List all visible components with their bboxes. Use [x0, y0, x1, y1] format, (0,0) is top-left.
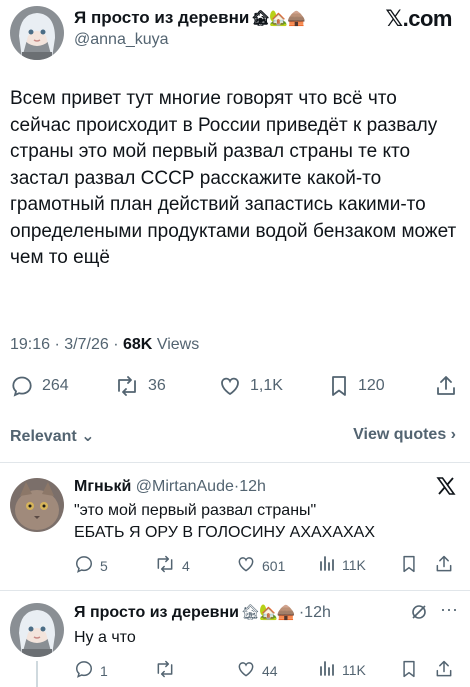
repost-icon	[154, 659, 176, 682]
grok-icon[interactable]	[410, 603, 428, 626]
tweet-actions: 264 36 1,1K 120	[10, 374, 460, 400]
bookmark-count: 120	[358, 377, 385, 394]
tweet-header: Я просто из деревни 🏚🏡🛖 @anna_kuya 𝕏.com	[10, 6, 460, 60]
reply-header: Я просто из деревни 🏚🏡🛖 ·12h	[74, 603, 331, 622]
reply-avatar[interactable]	[10, 603, 64, 657]
tweet-text: Всем привет тут многие говорят что всё ч…	[10, 88, 457, 268]
reply-button[interactable]: 264	[10, 374, 69, 398]
reply-avatar[interactable]	[10, 478, 64, 532]
reply-actions: 1 44 11K	[74, 659, 454, 681]
repost-button[interactable]: 36	[114, 374, 166, 398]
bookmark-icon	[400, 659, 418, 682]
x-logo: 𝕏.com	[385, 6, 452, 31]
like-button[interactable]: 601	[236, 554, 285, 577]
reply-actions: 5 4 601 11K	[74, 554, 454, 576]
reply-icon	[74, 659, 94, 682]
more-icon[interactable]: ···	[440, 599, 458, 620]
chevron-right-icon: ›	[450, 426, 456, 443]
heart-icon	[218, 374, 242, 398]
views-count: 68K	[123, 336, 153, 353]
reply-icon	[10, 374, 34, 398]
heart-icon	[236, 554, 256, 577]
repost-icon	[114, 374, 140, 398]
reply-count: 1	[100, 662, 108, 679]
bookmark-icon	[328, 374, 350, 398]
views-count: 11K	[342, 661, 366, 678]
views-button[interactable]: 11K	[318, 554, 366, 575]
tweet-time[interactable]: 19:16	[10, 336, 50, 353]
x-logo-icon	[436, 476, 456, 501]
reply-icon	[74, 554, 94, 577]
share-icon	[434, 659, 454, 682]
analytics-icon	[318, 659, 336, 680]
bookmark-button[interactable]	[400, 554, 418, 577]
reply-age[interactable]: 12h	[239, 478, 266, 495]
reply-button[interactable]: 5	[74, 554, 108, 577]
divider	[0, 462, 470, 463]
like-count: 1,1K	[250, 377, 283, 394]
heart-icon	[236, 659, 256, 682]
house-emoji: 🏚🏡🛖	[240, 604, 295, 621]
reply-text-line: "это мой первый развал страны"	[74, 502, 317, 519]
reply-handle[interactable]: @MirtanAude	[136, 478, 234, 495]
repost-count: 4	[182, 557, 190, 574]
view-quotes-label: View quotes	[353, 426, 447, 443]
reply-item[interactable]: Я просто из деревни 🏚🏡🛖 ·12h ··· Ну а что…	[0, 599, 470, 687]
author-avatar[interactable]	[10, 6, 64, 60]
bookmark-icon	[400, 554, 418, 577]
like-count: 601	[262, 557, 286, 574]
share-button[interactable]	[434, 659, 454, 682]
share-button[interactable]	[434, 374, 458, 398]
repost-button[interactable]: 4	[154, 554, 190, 577]
repost-icon	[154, 554, 176, 577]
views-count: 11K	[342, 556, 366, 573]
author-name[interactable]: Я просто из деревни 🏚🏡🛖	[74, 8, 306, 28]
house-emoji: 🏚🏡🛖	[251, 10, 305, 27]
author-name-text: Я просто из деревни	[74, 8, 250, 27]
divider	[0, 590, 470, 591]
like-count: 44	[262, 662, 278, 679]
reply-age[interactable]: 12h	[304, 604, 331, 621]
sort-dropdown[interactable]: Relevant ⌄	[10, 426, 95, 446]
reply-button[interactable]: 1	[74, 659, 108, 682]
reply-author-name[interactable]: Мгнькй	[74, 478, 131, 495]
reply-text-line: ЕБАТЬ Я ОРУ В ГОЛОСИНУ АХАХАХАХ	[74, 524, 376, 541]
sort-label: Relevant	[10, 428, 77, 445]
reply-author-name[interactable]: Я просто из деревни	[74, 604, 239, 621]
bookmark-button[interactable]	[400, 659, 418, 682]
share-button[interactable]	[434, 554, 454, 577]
reply-count: 264	[42, 377, 69, 394]
tweet-meta: 19:16 · 3/7/26 · 68K Views	[10, 336, 199, 354]
author-handle[interactable]: @anna_kuya	[74, 31, 169, 49]
like-button[interactable]: 44	[236, 659, 278, 682]
analytics-icon	[318, 554, 336, 575]
meta-separator: ·	[54, 336, 65, 353]
view-quotes-link[interactable]: View quotes ›	[353, 426, 456, 444]
reply-count: 5	[100, 557, 108, 574]
share-icon	[434, 554, 454, 577]
tweet-date[interactable]: 3/7/26	[64, 336, 108, 353]
chevron-down-icon: ⌄	[81, 428, 95, 445]
like-button[interactable]: 1,1K	[218, 374, 283, 398]
thread-line	[36, 661, 38, 687]
repost-button[interactable]	[154, 659, 182, 682]
views-button[interactable]: 11K	[318, 659, 366, 680]
views-label: Views	[156, 336, 200, 353]
share-icon	[434, 374, 458, 398]
reply-header: Мгнькй @MirtanAude·12h	[74, 478, 266, 496]
repost-count: 36	[148, 377, 166, 394]
reply-item[interactable]: Мгнькй @MirtanAude·12h "это мой первый р…	[0, 476, 470, 588]
reply-text-line: Ну а что	[74, 629, 136, 646]
bookmark-button[interactable]: 120	[328, 374, 385, 398]
meta-separator: ·	[113, 336, 123, 353]
